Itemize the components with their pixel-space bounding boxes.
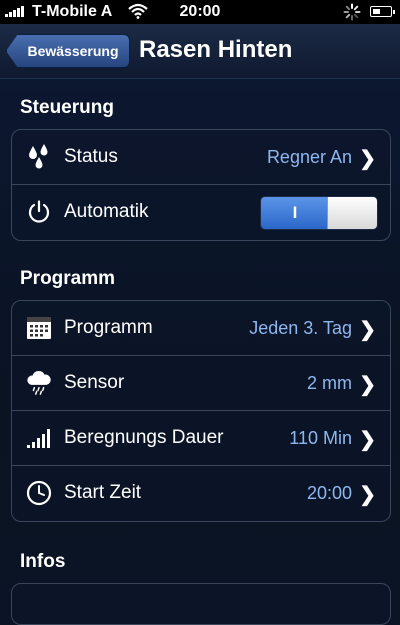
chevron-right-icon: ❯ [359, 319, 376, 341]
power-icon [26, 199, 52, 225]
automatik-toggle[interactable]: I [260, 196, 378, 230]
group-programm: Programm Jeden 3. Tag ❯ Sensor 2 mm ❯ Be… [11, 300, 391, 522]
section-header-steuerung: Steuerung [20, 97, 114, 118]
programm-label: Programm [64, 317, 153, 338]
activity-spinner-icon [343, 3, 361, 26]
section-header-infos: Infos [20, 551, 66, 572]
group-infos [11, 583, 391, 625]
page-title: Rasen Hinten [139, 36, 293, 63]
back-button[interactable]: Bewässerung [6, 34, 130, 68]
rain-cloud-icon [26, 370, 52, 396]
chevron-right-icon: ❯ [359, 148, 376, 170]
start-zeit-label: Start Zeit [64, 482, 142, 503]
group-steuerung: Status Regner An ❯ Automatik I [11, 129, 391, 241]
row-sensor[interactable]: Sensor 2 mm ❯ [12, 356, 390, 411]
row-status[interactable]: Status Regner An ❯ [12, 130, 390, 185]
section-header-programm: Programm [20, 268, 116, 289]
status-value: Regner An [266, 147, 352, 167]
row-beregnungs-dauer[interactable]: Beregnungs Dauer 110 Min ❯ [12, 411, 390, 466]
chevron-right-icon: ❯ [359, 429, 376, 451]
row-start-zeit[interactable]: Start Zeit 20:00 ❯ [12, 466, 390, 521]
chevron-right-icon: ❯ [359, 374, 376, 396]
start-zeit-value: 20:00 [306, 483, 352, 503]
settings-content[interactable]: Steuerung Status Regner An ❯ Automatik I… [0, 79, 400, 625]
toggle-on-label: I [261, 197, 329, 229]
sensor-value: 2 mm [307, 373, 352, 393]
status-time: 20:00 [179, 3, 221, 20]
status-bar: T-Mobile A 20:00 [0, 0, 400, 24]
toggle-knob[interactable] [327, 197, 377, 229]
dauer-label: Beregnungs Dauer [64, 427, 224, 448]
programm-value: Jeden 3. Tag [249, 318, 352, 338]
dauer-value: 110 Min [289, 428, 352, 448]
calendar-icon [26, 315, 52, 341]
automatik-label: Automatik [64, 201, 149, 222]
row-programm[interactable]: Programm Jeden 3. Tag ❯ [12, 301, 390, 356]
bar-levels-icon [26, 425, 52, 451]
row-automatik: Automatik I [12, 185, 390, 240]
chevron-right-icon: ❯ [359, 484, 376, 506]
navigation-bar: Bewässerung Rasen Hinten [0, 24, 400, 79]
status-label: Status [64, 146, 118, 167]
sensor-label: Sensor [64, 372, 125, 393]
water-drops-icon [26, 144, 52, 170]
battery-icon [370, 6, 395, 17]
clock-icon [26, 480, 52, 506]
